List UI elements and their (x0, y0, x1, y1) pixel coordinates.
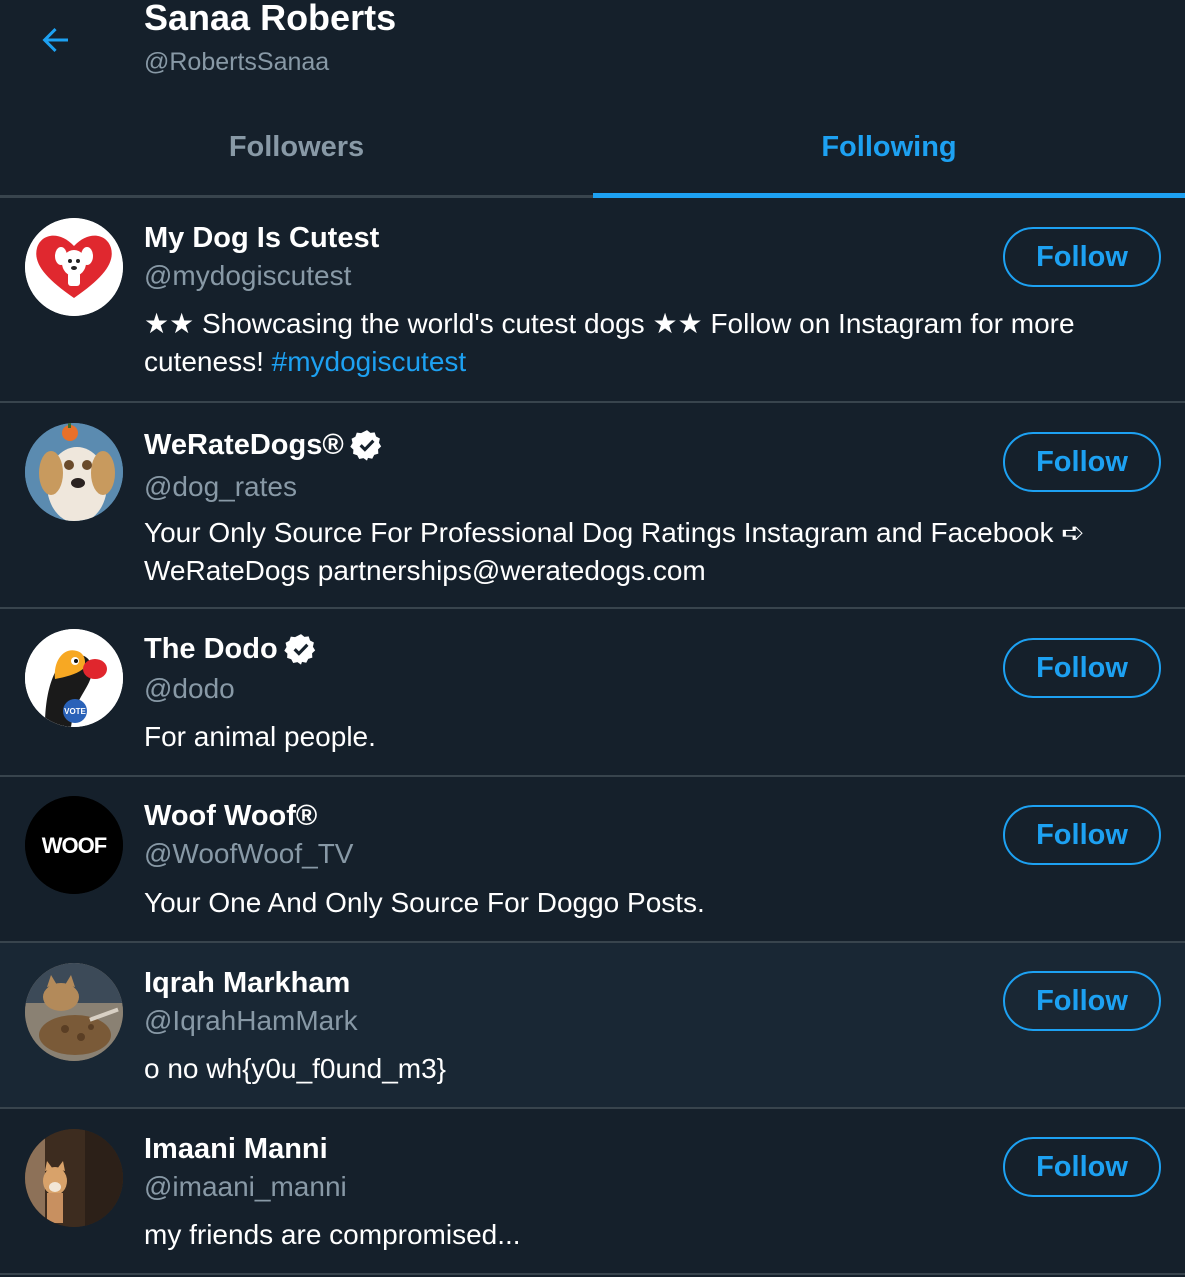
dog-photo-icon (25, 1129, 123, 1227)
arrow-left-icon (42, 28, 68, 52)
tab-followers[interactable]: Followers (0, 100, 593, 195)
follow-button[interactable]: Follow (1003, 432, 1161, 492)
account-bio: For animal people. (144, 721, 376, 752)
list-item[interactable]: Iqrah Markham @IqrahHamMark o no wh{y0u_… (0, 943, 1185, 1109)
account-bio: Your One And Only Source For Doggo Posts… (144, 887, 705, 918)
follow-button[interactable]: Follow (1003, 638, 1161, 698)
account-handle: @dog_rates (144, 471, 297, 502)
account-handle: @dodo (144, 673, 235, 704)
profile-header: Sanaa Roberts @RobertsSanaa (0, 0, 1185, 100)
svg-text:WOOF: WOOF (42, 833, 107, 858)
avatar[interactable] (25, 218, 123, 316)
heart-dog-logo-icon (25, 218, 123, 316)
list-item[interactable]: WOOF Woof Woof® @WoofWoof_TV Your One An… (0, 777, 1185, 943)
svg-text:VOTE: VOTE (64, 707, 86, 716)
avatar[interactable]: WOOF (25, 796, 123, 894)
cat-photo-icon (25, 963, 123, 1061)
account-handle: @mydogiscutest (144, 260, 352, 291)
avatar[interactable] (25, 963, 123, 1061)
list-item[interactable]: WeRateDogs® @dog_rates Your Only Source … (0, 403, 1185, 609)
profile-handle: @RobertsSanaa (144, 48, 330, 76)
verified-badge-icon (349, 430, 381, 461)
account-name[interactable]: The Dodo (144, 631, 318, 667)
tab-bar: Followers Following (0, 100, 1185, 198)
avatar[interactable] (25, 1129, 123, 1227)
account-name[interactable]: Imaani Manni (144, 1131, 328, 1167)
following-list: My Dog Is Cutest @mydogiscutest ★★ Showc… (0, 198, 1185, 1275)
follow-button[interactable]: Follow (1003, 1137, 1161, 1197)
avatar[interactable]: VOTE (25, 629, 123, 727)
profile-name: Sanaa Roberts (144, 0, 397, 38)
bio-hashtag-link[interactable]: #mydogiscutest (272, 346, 467, 377)
woof-logo-icon: WOOF (25, 796, 123, 894)
account-bio: ★★ Showcasing the world's cutest dogs ★★… (144, 305, 1144, 381)
account-handle: @IqrahHamMark (144, 1005, 358, 1036)
account-name[interactable]: My Dog Is Cutest (144, 220, 379, 256)
tab-following[interactable]: Following (593, 100, 1185, 195)
account-handle: @imaani_manni (144, 1171, 347, 1202)
back-button[interactable] (30, 14, 82, 66)
follow-button[interactable]: Follow (1003, 805, 1161, 865)
follow-button[interactable]: Follow (1003, 971, 1161, 1031)
avatar[interactable] (25, 423, 123, 521)
follow-button[interactable]: Follow (1003, 227, 1161, 287)
list-item[interactable]: My Dog Is Cutest @mydogiscutest ★★ Showc… (0, 198, 1185, 403)
verified-badge-icon (283, 634, 315, 665)
account-name[interactable]: Iqrah Markham (144, 965, 350, 1001)
dog-photo-icon (25, 423, 123, 521)
account-name[interactable]: WeRateDogs® (144, 427, 384, 463)
account-bio: my friends are compromised... (144, 1219, 521, 1250)
dodo-bird-logo-icon: VOTE (25, 629, 123, 727)
following-page: Sanaa Roberts @RobertsSanaa Followers Fo… (0, 0, 1185, 1277)
list-item[interactable]: VOTE The Dodo @dodo For animal people. F… (0, 609, 1185, 777)
account-bio: Your Only Source For Professional Dog Ra… (144, 517, 1085, 586)
account-handle: @WoofWoof_TV (144, 838, 354, 869)
list-item[interactable]: Imaani Manni @imaani_manni my friends ar… (0, 1109, 1185, 1275)
account-name[interactable]: Woof Woof® (144, 798, 317, 834)
account-bio: o no wh{y0u_f0und_m3} (144, 1053, 447, 1084)
